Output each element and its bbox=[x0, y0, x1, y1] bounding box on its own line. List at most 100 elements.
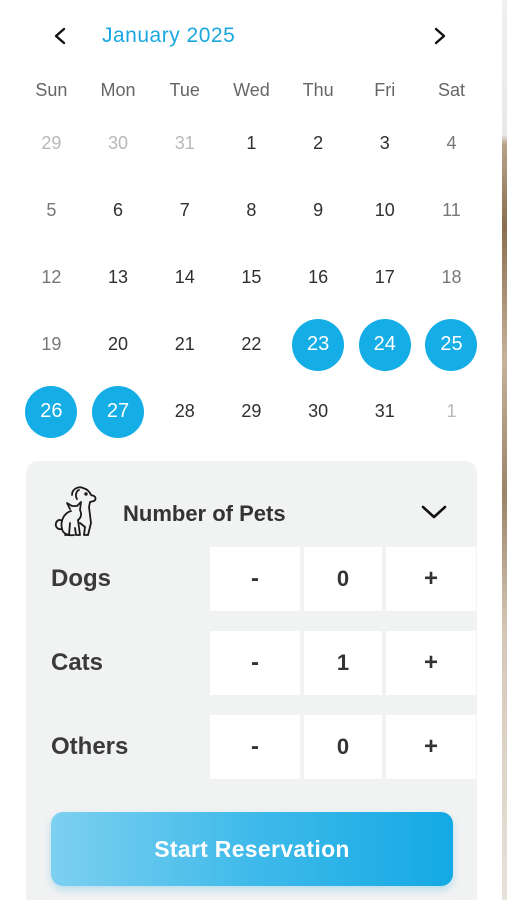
calendar-day[interactable]: 19 bbox=[25, 319, 77, 371]
calendar-day[interactable]: 9 bbox=[292, 185, 344, 237]
calendar-day-cell: 26 bbox=[18, 378, 85, 445]
calendar-day-cell: 21 bbox=[151, 311, 218, 378]
pets-header[interactable]: Number of Pets bbox=[50, 483, 453, 541]
calendar-day-selected[interactable]: 23 bbox=[292, 318, 345, 371]
calendar-day-cell: 8 bbox=[218, 177, 285, 244]
others-stepper: - 0 + bbox=[210, 715, 478, 779]
calendar-week-row: 19 20 21 22 23 24 25 bbox=[18, 311, 485, 378]
start-reservation-button[interactable]: Start Reservation bbox=[51, 812, 453, 886]
calendar-day[interactable]: 2 bbox=[292, 118, 344, 170]
others-decrement-button[interactable]: - bbox=[210, 715, 300, 779]
calendar-day-cell: 19 bbox=[18, 311, 85, 378]
calendar-day-cell: 28 bbox=[151, 378, 218, 445]
calendar-day-cell: 9 bbox=[285, 177, 352, 244]
chevron-left-icon bbox=[54, 27, 66, 45]
calendar-week-row: 12 13 14 15 16 17 18 bbox=[18, 244, 485, 311]
calendar-day-cell: 22 bbox=[218, 311, 285, 378]
weekday-label: Fri bbox=[374, 79, 396, 100]
dogs-stepper: - 0 + bbox=[210, 547, 478, 611]
calendar-day[interactable]: 10 bbox=[359, 185, 411, 237]
calendar-day[interactable]: 8 bbox=[225, 185, 277, 237]
calendar-day-cell: 24 bbox=[351, 311, 418, 378]
cats-increment-button[interactable]: + bbox=[386, 631, 476, 695]
calendar-day[interactable]: 3 bbox=[359, 118, 411, 170]
weekday-label: Thu bbox=[302, 79, 334, 100]
calendar-day[interactable]: 7 bbox=[159, 185, 211, 237]
calendar-day[interactable]: 20 bbox=[92, 319, 144, 371]
calendar-week-row: 5 6 7 8 9 10 11 bbox=[18, 177, 485, 244]
calendar-day-cell: 27 bbox=[85, 378, 152, 445]
calendar-week-row: 26 27 28 29 30 31 1 bbox=[18, 378, 485, 445]
chevron-down-icon[interactable] bbox=[419, 501, 449, 523]
calendar-day-selected[interactable]: 24 bbox=[358, 318, 411, 371]
calendar-day[interactable]: 18 bbox=[425, 252, 477, 304]
calendar-day-cell: 17 bbox=[351, 244, 418, 311]
calendar-day-cell: 7 bbox=[151, 177, 218, 244]
calendar-week-row: 29 30 31 1 2 3 4 bbox=[18, 110, 485, 177]
cats-count: 1 bbox=[304, 631, 382, 695]
calendar-day-cell: 16 bbox=[285, 244, 352, 311]
calendar-day[interactable]: 14 bbox=[159, 252, 211, 304]
calendar-day[interactable]: 21 bbox=[159, 319, 211, 371]
prev-month-button[interactable] bbox=[40, 18, 80, 54]
pets-title: Number of Pets bbox=[123, 501, 286, 526]
calendar-day[interactable]: 30 bbox=[292, 386, 344, 438]
pet-label: Cats bbox=[51, 649, 104, 676]
weekday-label: Wed bbox=[233, 79, 270, 100]
calendar-day-cell: 14 bbox=[151, 244, 218, 311]
next-month-button[interactable] bbox=[420, 18, 460, 54]
calendar-day-cell: 5 bbox=[18, 177, 85, 244]
calendar-day-cell: 10 bbox=[351, 177, 418, 244]
pet-label: Others bbox=[51, 733, 129, 760]
calendar-day: 1 bbox=[446, 401, 457, 421]
pet-label: Dogs bbox=[51, 565, 111, 592]
calendar-day[interactable]: 6 bbox=[92, 185, 144, 237]
calendar-day[interactable]: 17 bbox=[359, 252, 411, 304]
dogs-decrement-button[interactable]: - bbox=[210, 547, 300, 611]
calendar-day-cell: 11 bbox=[418, 177, 485, 244]
calendar-day[interactable]: 31 bbox=[359, 386, 411, 438]
calendar-day-cell: 25 bbox=[418, 311, 485, 378]
calendar-day[interactable]: 12 bbox=[25, 252, 77, 304]
others-count: 0 bbox=[304, 715, 382, 779]
calendar-day[interactable]: 29 bbox=[225, 386, 277, 438]
calendar-day[interactable]: 16 bbox=[292, 252, 344, 304]
calendar-day[interactable]: 28 bbox=[159, 386, 211, 438]
pet-row-cats: Cats - 1 + bbox=[51, 631, 476, 695]
calendar-day[interactable]: 1 bbox=[225, 118, 277, 170]
weekday-header-row: Sun Mon Tue Wed Thu Fri Sat bbox=[18, 70, 485, 110]
calendar-day[interactable]: 4 bbox=[425, 118, 477, 170]
calendar-day-selected[interactable]: 26 bbox=[25, 385, 78, 438]
calendar-day: 29 bbox=[41, 133, 62, 153]
calendar-day-cell: 30 bbox=[85, 110, 152, 177]
calendar-day-selected[interactable]: 25 bbox=[425, 318, 478, 371]
calendar-day-selected[interactable]: 27 bbox=[92, 385, 145, 438]
chevron-right-icon bbox=[434, 27, 446, 45]
calendar-day-cell: 1 bbox=[218, 110, 285, 177]
calendar-day[interactable]: 5 bbox=[25, 185, 77, 237]
cats-stepper: - 1 + bbox=[210, 631, 478, 695]
calendar-day-cell: 15 bbox=[218, 244, 285, 311]
dogs-increment-button[interactable]: + bbox=[386, 547, 476, 611]
calendar-day-cell: 3 bbox=[351, 110, 418, 177]
weekday-label: Sun bbox=[35, 79, 68, 100]
calendar-day-cell: 12 bbox=[18, 244, 85, 311]
pet-row-others: Others - 0 + bbox=[51, 715, 476, 779]
pets-icon bbox=[54, 486, 97, 537]
calendar-grid: Sun Mon Tue Wed Thu Fri Sat 29 30 31 1 2 3 4 5 6… bbox=[18, 70, 485, 445]
calendar-day[interactable]: 22 bbox=[225, 319, 277, 371]
others-increment-button[interactable]: + bbox=[386, 715, 476, 779]
calendar-day-cell: 31 bbox=[351, 378, 418, 445]
cats-decrement-button[interactable]: - bbox=[210, 631, 300, 695]
calendar-day[interactable]: 13 bbox=[92, 252, 144, 304]
calendar-day-cell: 13 bbox=[85, 244, 152, 311]
pets-panel: Number of Pets Dogs - 0 + Cats - 1 + Oth… bbox=[26, 461, 477, 900]
calendar-weeks: 29 30 31 1 2 3 4 5 6 7 8 9 10 11 12 13 14 15 16 17 18 19 20 21 2… bbox=[18, 110, 485, 445]
calendar-day-cell: 23 bbox=[285, 311, 352, 378]
calendar-day[interactable]: 15 bbox=[225, 252, 277, 304]
calendar-day-cell: 29 bbox=[218, 378, 285, 445]
calendar-day-cell: 6 bbox=[85, 177, 152, 244]
calendar-day[interactable]: 11 bbox=[425, 185, 477, 237]
calendar-day-cell: 29 bbox=[18, 110, 85, 177]
calendar-day-cell: 30 bbox=[285, 378, 352, 445]
